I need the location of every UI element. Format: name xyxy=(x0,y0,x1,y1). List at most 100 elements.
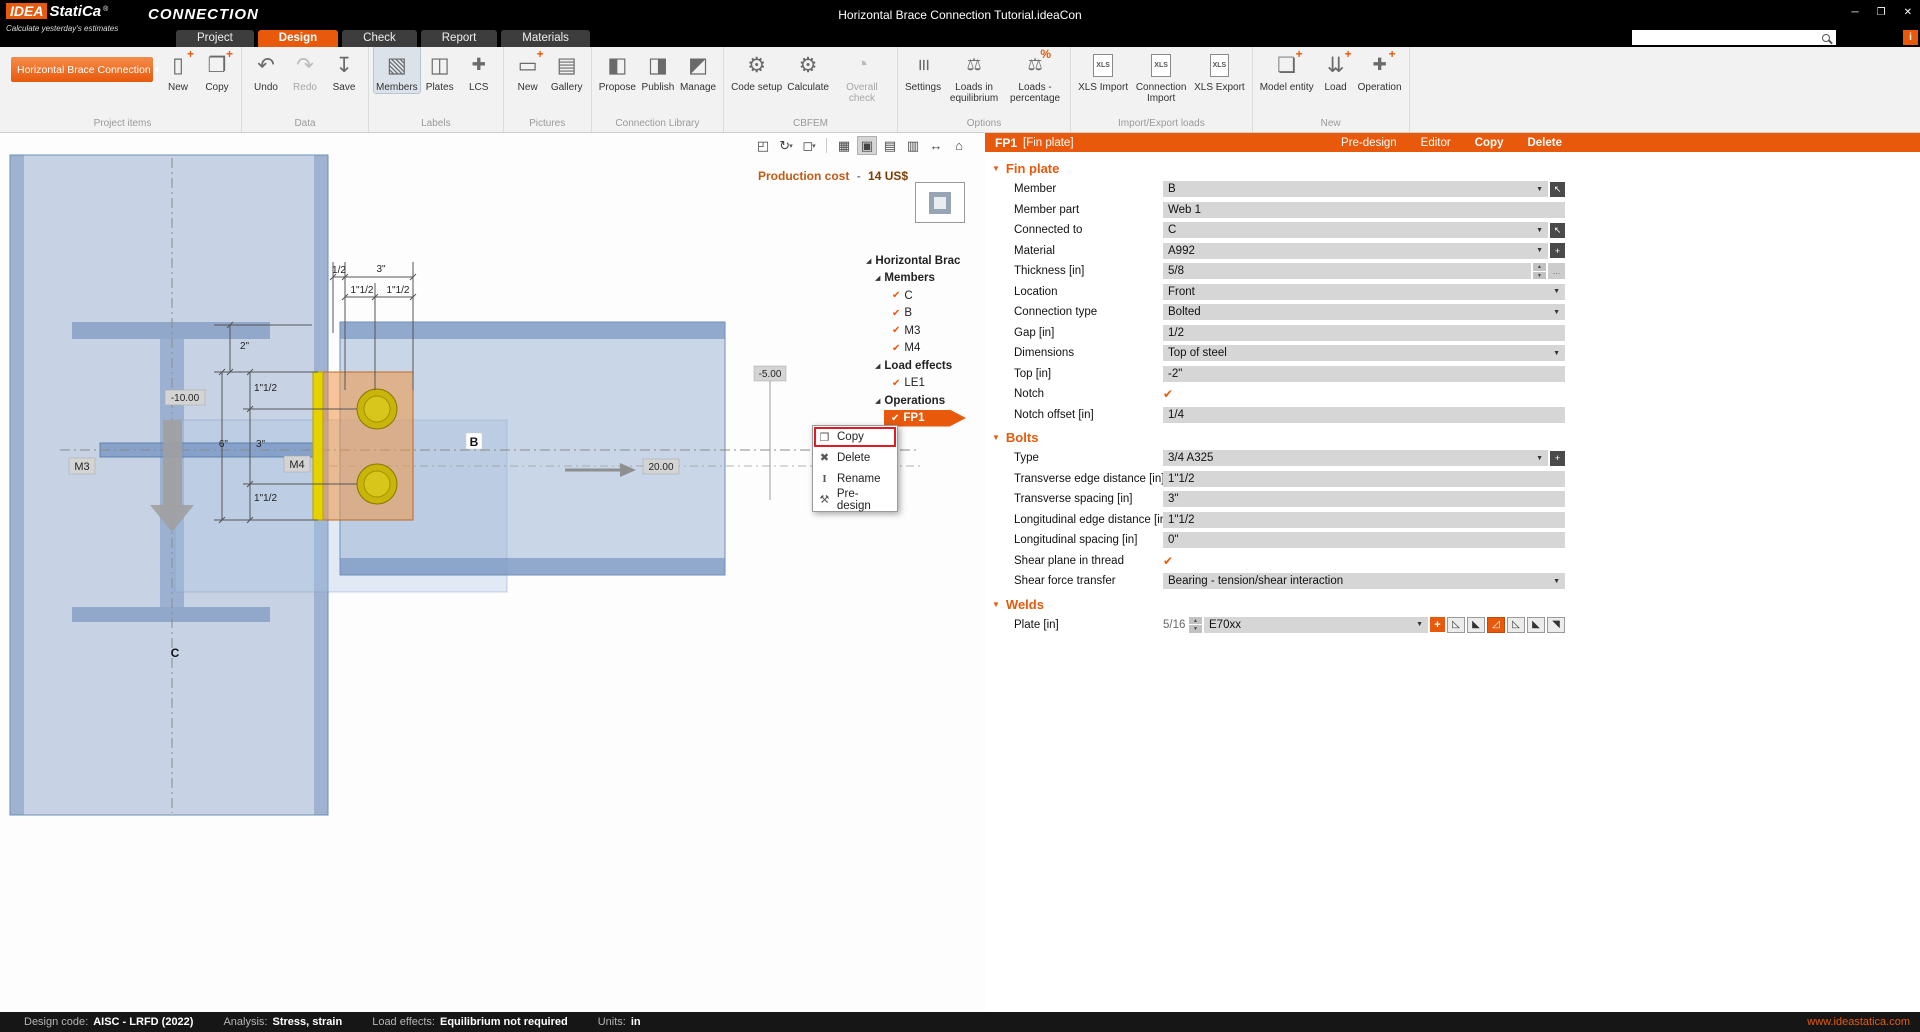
shear-plane-checkbox[interactable]: ✔ xyxy=(1163,554,1173,568)
checkbox-checked-icon[interactable]: ✔ xyxy=(892,290,900,301)
tree-item-c[interactable]: ✔ C xyxy=(866,287,976,305)
tree-root-item[interactable]: ◢ Horizontal Brac xyxy=(866,252,976,270)
fit-view-button[interactable]: ◰ xyxy=(753,136,773,155)
top-field[interactable]: -2" xyxy=(1163,366,1565,382)
member-pick-button[interactable]: ↖ xyxy=(1550,182,1565,197)
tree-group-load-effects[interactable]: ◢ Load effects xyxy=(866,357,976,375)
ribbon-undo-button[interactable]: ↶ Undo xyxy=(247,47,285,93)
ribbon-new-project-button[interactable]: ▯+ New xyxy=(159,47,197,93)
load-arrow-down[interactable] xyxy=(163,420,182,506)
ribbon-picture-new-button[interactable]: ▭+ New xyxy=(509,47,547,93)
ribbon-operation-button[interactable]: ✚+ Operation xyxy=(1356,47,1404,93)
ribbon-connection-import-button[interactable]: XLS Connection Import xyxy=(1131,47,1191,104)
maximize-button[interactable]: ❐ xyxy=(1877,7,1886,18)
context-menu-delete[interactable]: ✖ Delete xyxy=(814,447,896,468)
location-dropdown[interactable]: Front ▼ xyxy=(1163,284,1565,300)
project-item-selector[interactable]: Horizontal Brace Connection ▾ xyxy=(11,57,153,82)
dimensions-dropdown[interactable]: Top of steel ▼ xyxy=(1163,345,1565,361)
ribbon-calculate-button[interactable]: ⚙ Calculate xyxy=(785,47,831,93)
ribbon-overall-check-button[interactable]: ◔ Overall check xyxy=(832,47,892,104)
weld-strip[interactable] xyxy=(313,372,323,520)
view-section-button[interactable]: ▥ xyxy=(903,136,923,155)
tree-item-m4[interactable]: ✔ M4 xyxy=(866,340,976,358)
weld-electrode-dropdown[interactable]: E70xx ▼ xyxy=(1204,617,1428,633)
scene-canvas[interactable]: 1/2 3" 1"1/2 1"1/2 2" 1"1/2 6" 3" 1"1/2 … xyxy=(0,133,985,1012)
ribbon-loads-percentage-button[interactable]: ⚖% Loads - percentage xyxy=(1005,47,1065,104)
member-part-field[interactable]: Web 1 xyxy=(1163,202,1565,218)
member-dropdown[interactable]: B ▼ xyxy=(1163,181,1548,197)
context-menu-copy[interactable]: ❐ Copy xyxy=(814,427,896,447)
stepper-up-icon[interactable]: ▲ xyxy=(1189,617,1202,625)
checkbox-checked-icon[interactable]: ✔ xyxy=(891,413,899,424)
search-box[interactable] xyxy=(1632,30,1836,45)
checkbox-checked-icon[interactable]: ✔ xyxy=(892,343,900,354)
tree-item-m3[interactable]: ✔ M3 xyxy=(866,322,976,340)
ribbon-manage-button[interactable]: ◩ Manage xyxy=(678,47,718,93)
search-input[interactable] xyxy=(1636,32,1822,44)
tree-item-le1[interactable]: ✔ LE1 xyxy=(866,375,976,393)
material-dropdown[interactable]: A992 ▼ xyxy=(1163,243,1548,259)
camera-rotate-button[interactable]: ↻▾ xyxy=(776,136,796,155)
minimize-button[interactable]: ─ xyxy=(1852,7,1859,18)
ribbon-publish-button[interactable]: ◨ Publish xyxy=(639,47,677,93)
weld-type-button-4[interactable]: ◺ xyxy=(1507,617,1525,633)
view-shaded-button[interactable]: ▣ xyxy=(857,136,877,155)
ribbon-save-button[interactable]: ↧ Save xyxy=(325,47,363,93)
column-flange-left[interactable] xyxy=(10,155,24,815)
ribbon-labels-members-toggle[interactable]: ▧ Members xyxy=(374,47,420,93)
ribbon-propose-button[interactable]: ◧ Propose xyxy=(597,47,638,93)
ribbon-labels-plates-toggle[interactable]: ◫ Plates xyxy=(421,47,459,93)
model-viewport[interactable]: ◰ ↻▾ ◻▾ ▦ ▣ ▤ ▥ ↔ ⌂ Production cost - 14… xyxy=(0,133,985,1012)
weld-type-button-5[interactable]: ◣ xyxy=(1527,617,1545,633)
thickness-field[interactable]: 5/8 xyxy=(1163,263,1531,279)
close-button[interactable]: ✕ xyxy=(1904,7,1912,18)
transverse-edge-field[interactable]: 1"1/2 xyxy=(1163,471,1565,487)
ribbon-xls-import-button[interactable]: XLS XLS Import xyxy=(1076,47,1130,93)
stepper-down-icon[interactable]: ▼ xyxy=(1533,272,1546,280)
header-copy-button[interactable]: Copy xyxy=(1475,137,1504,149)
bolt-1-head[interactable] xyxy=(364,396,390,422)
shear-transfer-dropdown[interactable]: Bearing - tension/shear interaction ▼ xyxy=(1163,573,1565,589)
context-menu-pre-design[interactable]: ⚒ Pre-design xyxy=(814,489,896,510)
home-view-button[interactable]: ⌂ xyxy=(949,136,969,155)
ribbon-redo-button[interactable]: ↷ Redo xyxy=(286,47,324,93)
view-layers-button[interactable]: ▤ xyxy=(880,136,900,155)
section-bolts[interactable]: ▼ Bolts xyxy=(985,425,1570,448)
context-menu-rename[interactable]: I Rename xyxy=(814,468,896,489)
bolt-2-head[interactable] xyxy=(364,471,390,497)
weld-type-button-3-selected[interactable]: ◿ xyxy=(1487,617,1505,633)
checkbox-checked-icon[interactable]: ✔ xyxy=(892,308,900,319)
connected-to-pick-button[interactable]: ↖ xyxy=(1550,223,1565,238)
selection-mode-button[interactable]: ◻▾ xyxy=(799,136,819,155)
section-welds[interactable]: ▼ Welds xyxy=(985,592,1570,615)
view-explode-button[interactable]: ↔ xyxy=(926,136,946,155)
notch-offset-field[interactable]: 1/4 xyxy=(1163,407,1565,423)
ribbon-code-setup-button[interactable]: ⚙ Code setup xyxy=(729,47,784,93)
weld-type-button-6[interactable]: ◥ xyxy=(1547,617,1565,633)
add-bolt-assembly-button[interactable]: + xyxy=(1550,451,1565,466)
weld-size-stepper[interactable]: ▲ ▼ xyxy=(1189,617,1202,633)
ribbon-load-button[interactable]: ⇊+ Load xyxy=(1317,47,1355,93)
connected-to-dropdown[interactable]: C ▼ xyxy=(1163,222,1548,238)
thickness-stepper[interactable]: ▲ ▼ xyxy=(1533,263,1546,279)
checkbox-checked-icon[interactable]: ✔ xyxy=(892,325,900,336)
longitudinal-spacing-field[interactable]: 0" xyxy=(1163,532,1565,548)
connection-type-dropdown[interactable]: Bolted ▼ xyxy=(1163,304,1565,320)
tree-group-operations[interactable]: ◢ Operations xyxy=(866,392,976,410)
bolt-type-dropdown[interactable]: 3/4 A325 ▼ xyxy=(1163,450,1548,466)
search-icon[interactable] xyxy=(1822,34,1830,42)
tree-item-b[interactable]: ✔ B xyxy=(866,305,976,323)
header-delete-button[interactable]: Delete xyxy=(1527,137,1562,149)
tab-project[interactable]: Project xyxy=(176,30,254,47)
weld-type-button-1[interactable]: ◺ xyxy=(1447,617,1465,633)
column-stiffener-bottom[interactable] xyxy=(72,607,270,622)
tab-design[interactable]: Design xyxy=(258,30,338,47)
section-fin-plate[interactable]: ▼ Fin plate xyxy=(985,156,1570,179)
ribbon-model-entity-button[interactable]: ❏+ Model entity xyxy=(1258,47,1316,93)
ribbon-gallery-button[interactable]: ▤ Gallery xyxy=(548,47,586,93)
ribbon-labels-lcs-toggle[interactable]: ✚ LCS xyxy=(460,47,498,93)
gap-field[interactable]: 1/2 xyxy=(1163,325,1565,341)
tab-materials[interactable]: Materials xyxy=(501,30,590,47)
ribbon-xls-export-button[interactable]: XLS XLS Export xyxy=(1192,47,1247,93)
info-button[interactable]: i xyxy=(1903,30,1918,45)
